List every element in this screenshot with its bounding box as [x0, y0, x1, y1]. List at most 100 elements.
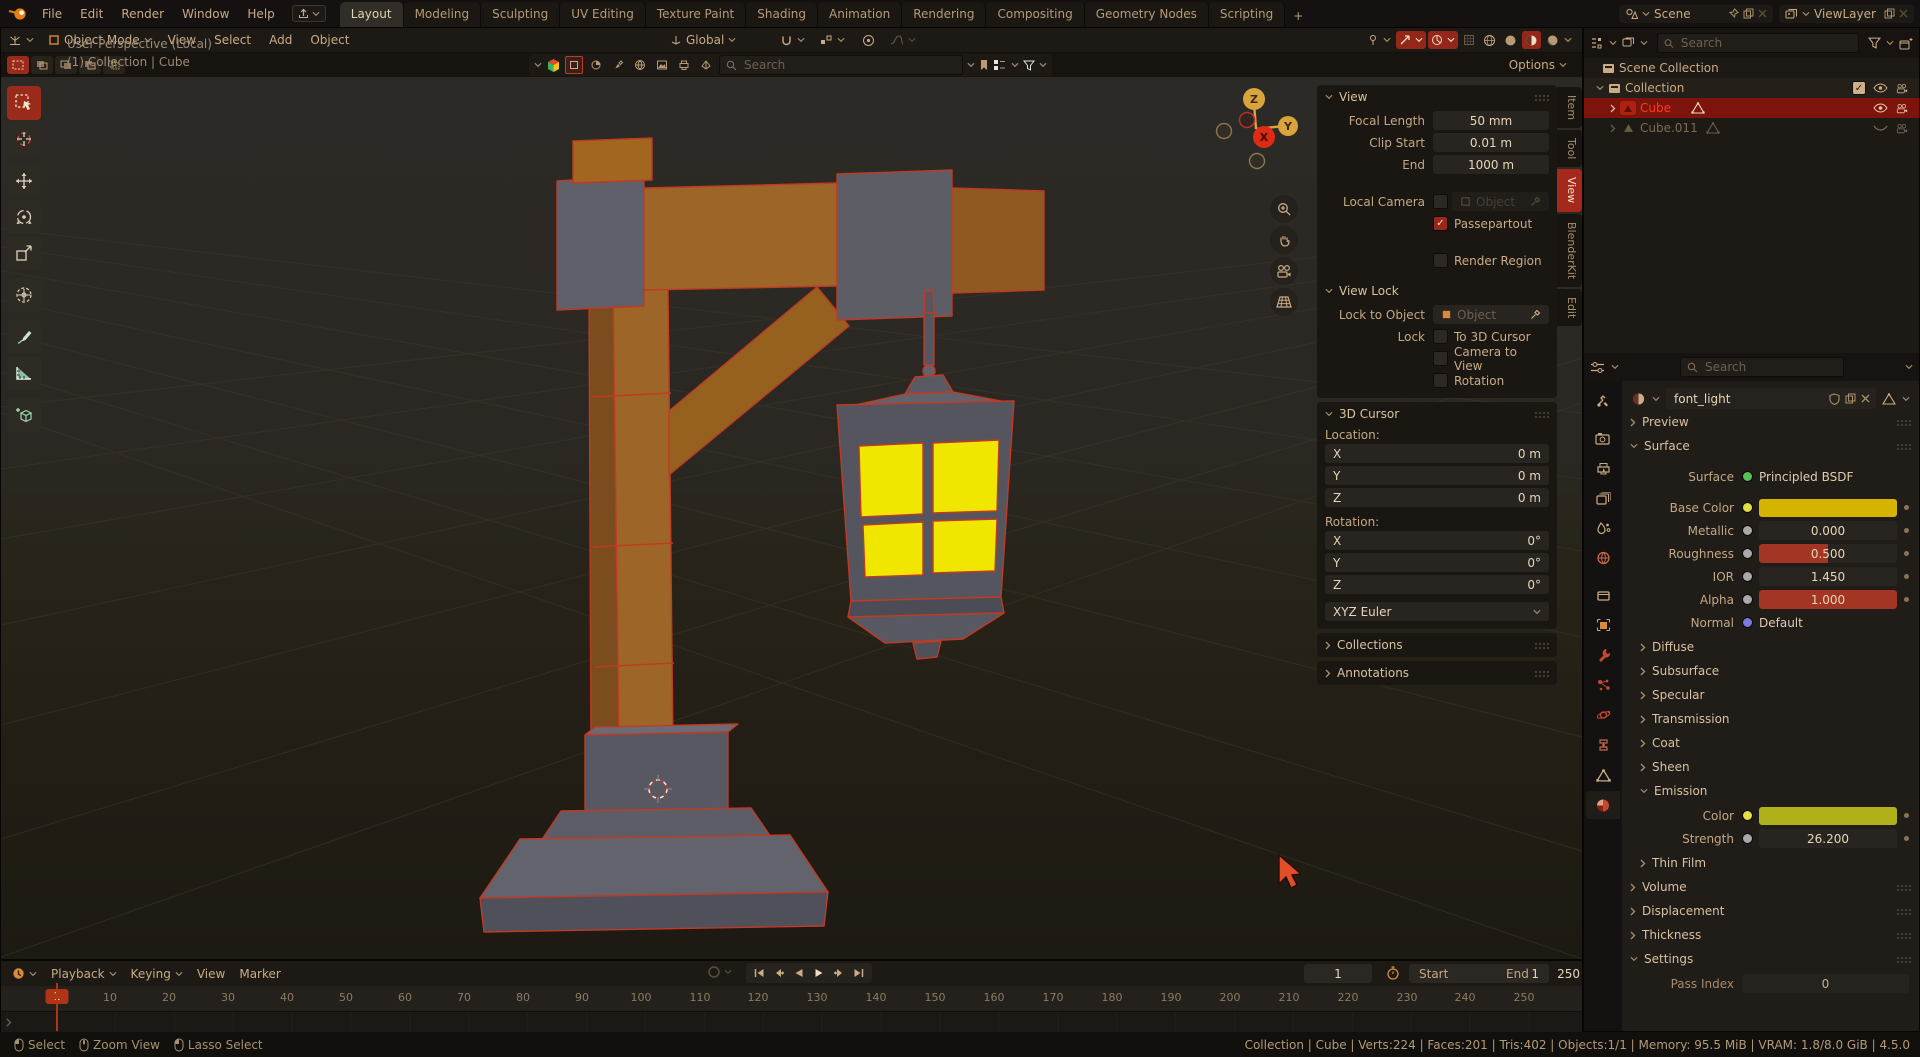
eyedropper-icon[interactable]: [1530, 196, 1541, 207]
use-preview-range-toggle[interactable]: [1386, 966, 1400, 980]
clip-end-field[interactable]: 1000 m: [1433, 155, 1549, 174]
cursor-rot-z-field[interactable]: Z0°: [1325, 575, 1549, 594]
blenderkit-category-addon-icon[interactable]: [697, 56, 715, 74]
panel-settings-header[interactable]: Settings: [1622, 947, 1919, 971]
tab-collection-properties[interactable]: [1586, 581, 1620, 609]
timeline-editor-type-button[interactable]: [5, 963, 44, 985]
tool-transform[interactable]: [7, 278, 41, 312]
jump-to-end-button[interactable]: [850, 965, 868, 981]
filter-icon[interactable]: [1868, 37, 1881, 49]
outliner-row-cube-011[interactable]: Cube.011: [1584, 118, 1919, 138]
panel-displacement-header[interactable]: Displacement: [1622, 899, 1919, 923]
panel-view-header[interactable]: View: [1317, 85, 1557, 109]
local-camera-checkbox[interactable]: [1433, 194, 1448, 209]
panel-grip[interactable]: [1896, 956, 1911, 963]
cursor-loc-x-field[interactable]: X0 m: [1325, 444, 1549, 463]
tab-physics-properties[interactable]: [1586, 701, 1620, 729]
passepartout-checkbox[interactable]: ✓: [1433, 216, 1448, 231]
shading-solid-button[interactable]: [1501, 29, 1520, 51]
animate-dot[interactable]: [1904, 551, 1909, 556]
panel-collections[interactable]: Collections: [1317, 633, 1557, 657]
tool-rotate[interactable]: [7, 200, 41, 234]
properties-search[interactable]: [1680, 357, 1844, 377]
outliner-row-collection[interactable]: Collection ✓: [1584, 78, 1919, 98]
chevron-right-icon[interactable]: [1610, 104, 1616, 113]
gizmo-negz-ball[interactable]: [1250, 154, 1265, 169]
panel-grip[interactable]: [1534, 94, 1549, 101]
panel-subsurface-header[interactable]: Subsurface: [1622, 659, 1919, 683]
ior-field[interactable]: 1.450: [1759, 567, 1897, 586]
alpha-slider[interactable]: 1.000: [1759, 590, 1897, 609]
clip-start-field[interactable]: 0.01 m: [1433, 133, 1549, 152]
overlays-toggle[interactable]: [1428, 31, 1458, 49]
emission-color-swatch[interactable]: [1759, 807, 1897, 825]
tab-viewlayer-properties[interactable]: [1586, 484, 1620, 512]
tab-sculpting[interactable]: Sculpting: [481, 2, 560, 27]
shading-rendered-button[interactable]: [1543, 29, 1562, 51]
sidebar-tab-item[interactable]: Item: [1557, 87, 1582, 128]
panel-grip[interactable]: [1896, 908, 1911, 915]
outliner-row-scene-collection[interactable]: Scene Collection: [1584, 58, 1919, 78]
lock-to-object-field[interactable]: Object: [1433, 305, 1549, 324]
animate-dot[interactable]: [1904, 574, 1909, 579]
editor-type-button[interactable]: [1, 29, 41, 51]
shading-material-button[interactable]: [1522, 31, 1541, 49]
tab-particle-properties[interactable]: [1586, 671, 1620, 699]
sidebar-tab-view[interactable]: View: [1557, 169, 1582, 211]
panel-sheen-header[interactable]: Sheen: [1622, 755, 1919, 779]
roughness-slider[interactable]: 0.500: [1759, 544, 1897, 563]
chevron-down-icon[interactable]: [1905, 364, 1913, 370]
tab-tool-properties[interactable]: [1586, 387, 1620, 415]
viewlayer-selector[interactable]: ViewLayer: [1779, 5, 1914, 23]
tab-shading[interactable]: Shading: [746, 2, 818, 27]
emission-strength-field[interactable]: 26.200: [1759, 829, 1897, 848]
properties-editor-icon[interactable]: [1590, 361, 1605, 374]
menu-window[interactable]: Window: [173, 7, 238, 21]
new-viewlayer-icon[interactable]: [1884, 8, 1895, 19]
tab-material-properties[interactable]: [1586, 791, 1620, 819]
blenderkit-category-brush-icon[interactable]: [609, 56, 627, 74]
playback-menu[interactable]: Playback: [44, 963, 124, 985]
menu-select[interactable]: Select: [205, 33, 260, 47]
timeline-ruler[interactable]: 1020 3040 5060 7080 90100 110120 130140 …: [1, 986, 1582, 1012]
panel-diffuse-header[interactable]: Diffuse: [1622, 635, 1919, 659]
display-mode-icon[interactable]: [1590, 37, 1604, 49]
panel-volume-header[interactable]: Volume: [1622, 875, 1919, 899]
menu-file[interactable]: File: [33, 7, 71, 21]
tab-constraint-properties[interactable]: [1586, 731, 1620, 759]
blenderkit-search[interactable]: [719, 55, 963, 75]
animate-dot[interactable]: [1904, 505, 1909, 510]
panel-specular-header[interactable]: Specular: [1622, 683, 1919, 707]
cursor-loc-z-field[interactable]: Z0 m: [1325, 488, 1549, 507]
keying-menu[interactable]: Keying: [124, 963, 190, 985]
tab-compositing[interactable]: Compositing: [986, 2, 1084, 27]
chevron-down-icon[interactable]: [1609, 40, 1617, 46]
new-collection-icon[interactable]: [1899, 37, 1913, 50]
camera-icon[interactable]: [1895, 123, 1909, 134]
camera-icon[interactable]: [1895, 83, 1909, 94]
bookmark-icon[interactable]: [979, 59, 989, 71]
chevron-down-icon[interactable]: [1611, 364, 1619, 370]
menu-edit[interactable]: Edit: [71, 7, 112, 21]
outliner-search-input[interactable]: [1679, 35, 1852, 51]
chevron-down-icon[interactable]: [1011, 62, 1019, 68]
panel-grip[interactable]: [1896, 443, 1911, 450]
gizmo-negy-ball[interactable]: [1217, 124, 1232, 139]
tab-animation[interactable]: Animation: [818, 2, 902, 27]
zoom-view-button[interactable]: [1270, 195, 1298, 223]
current-frame-field[interactable]: 1: [1304, 964, 1372, 983]
tab-layout[interactable]: Layout: [340, 2, 404, 27]
cursor-rot-x-field[interactable]: X0°: [1325, 531, 1549, 550]
tab-world-properties[interactable]: [1586, 544, 1620, 572]
play-reverse-button[interactable]: [790, 965, 808, 981]
panel-transmission-header[interactable]: Transmission: [1622, 707, 1919, 731]
tool-add-cube[interactable]: [7, 398, 41, 432]
chevron-down-icon[interactable]: [534, 62, 542, 68]
tool-cursor[interactable]: [7, 122, 41, 156]
camera-to-view-checkbox[interactable]: [1433, 351, 1448, 366]
prev-keyframe-button[interactable]: [770, 965, 788, 981]
pin-icon[interactable]: [1728, 8, 1739, 19]
panel-grip[interactable]: [1534, 670, 1549, 677]
panel-surface-header[interactable]: Surface: [1622, 434, 1919, 458]
chevron-down-icon[interactable]: [1902, 396, 1910, 402]
